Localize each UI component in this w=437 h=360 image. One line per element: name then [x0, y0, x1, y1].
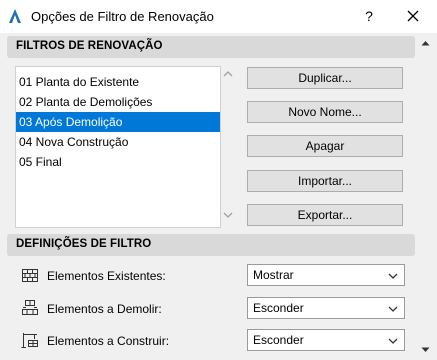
duplicate-button[interactable]: Duplicar... — [247, 67, 403, 89]
construct-elements-select[interactable]: Esconder — [247, 329, 405, 351]
new-name-button[interactable]: Novo Nome... — [247, 101, 403, 123]
demolish-icon — [22, 300, 38, 315]
close-icon — [407, 10, 419, 22]
existing-elements-label: Elementos Existentes: — [47, 269, 166, 283]
demolish-elements-select[interactable]: Esconder — [247, 297, 405, 319]
export-button[interactable]: Exportar... — [247, 204, 403, 226]
existing-elements-select[interactable]: Mostrar — [247, 264, 405, 286]
close-button[interactable] — [402, 4, 424, 28]
demolish-elements-value: Esconder — [253, 301, 304, 315]
construct-icon — [21, 333, 38, 348]
title-bar: Opções de Filtro de Renovação ? — [0, 0, 437, 33]
chevron-down-icon[interactable] — [223, 212, 233, 219]
list-item[interactable]: 05 Final — [16, 152, 220, 172]
brick-wall-icon — [22, 269, 38, 282]
chevron-down-icon — [388, 306, 398, 312]
import-button[interactable]: Importar... — [247, 170, 403, 192]
demolish-elements-label: Elementos a Demolir: — [47, 302, 162, 316]
list-item[interactable]: 02 Planta de Demolições — [16, 92, 220, 112]
renovation-filters-header: FILTROS DE RENOVAÇÃO — [7, 36, 415, 58]
list-item[interactable]: 01 Planta do Existente — [16, 72, 220, 92]
renovation-filters-header-label: FILTROS DE RENOVAÇÃO — [16, 40, 163, 52]
existing-elements-value: Mostrar — [253, 268, 294, 282]
window-title: Opções de Filtro de Renovação — [31, 9, 214, 24]
list-scrollbar[interactable] — [221, 66, 235, 226]
help-button[interactable]: ? — [358, 4, 380, 28]
window-scroll-down-icon[interactable] — [421, 347, 430, 353]
construct-elements-label: Elementos a Construir: — [47, 334, 170, 348]
list-item-selected[interactable]: 03 Após Demolição — [16, 112, 220, 132]
filter-settings-header-label: DEFINIÇÕES DE FILTRO — [16, 238, 152, 250]
filter-settings-header: DEFINIÇÕES DE FILTRO — [7, 234, 415, 256]
chevron-up-icon[interactable] — [223, 70, 233, 77]
chevron-down-icon — [388, 338, 398, 344]
list-item[interactable]: 04 Nova Construção — [16, 132, 220, 152]
construct-elements-value: Esconder — [253, 333, 304, 347]
window-scroll-up-icon[interactable] — [421, 40, 430, 46]
delete-button[interactable]: Apagar — [247, 135, 403, 157]
chevron-down-icon — [388, 273, 398, 279]
renovation-filter-list[interactable]: 01 Planta do Existente 02 Planta de Demo… — [15, 66, 221, 228]
archicad-logo-icon — [9, 9, 21, 23]
